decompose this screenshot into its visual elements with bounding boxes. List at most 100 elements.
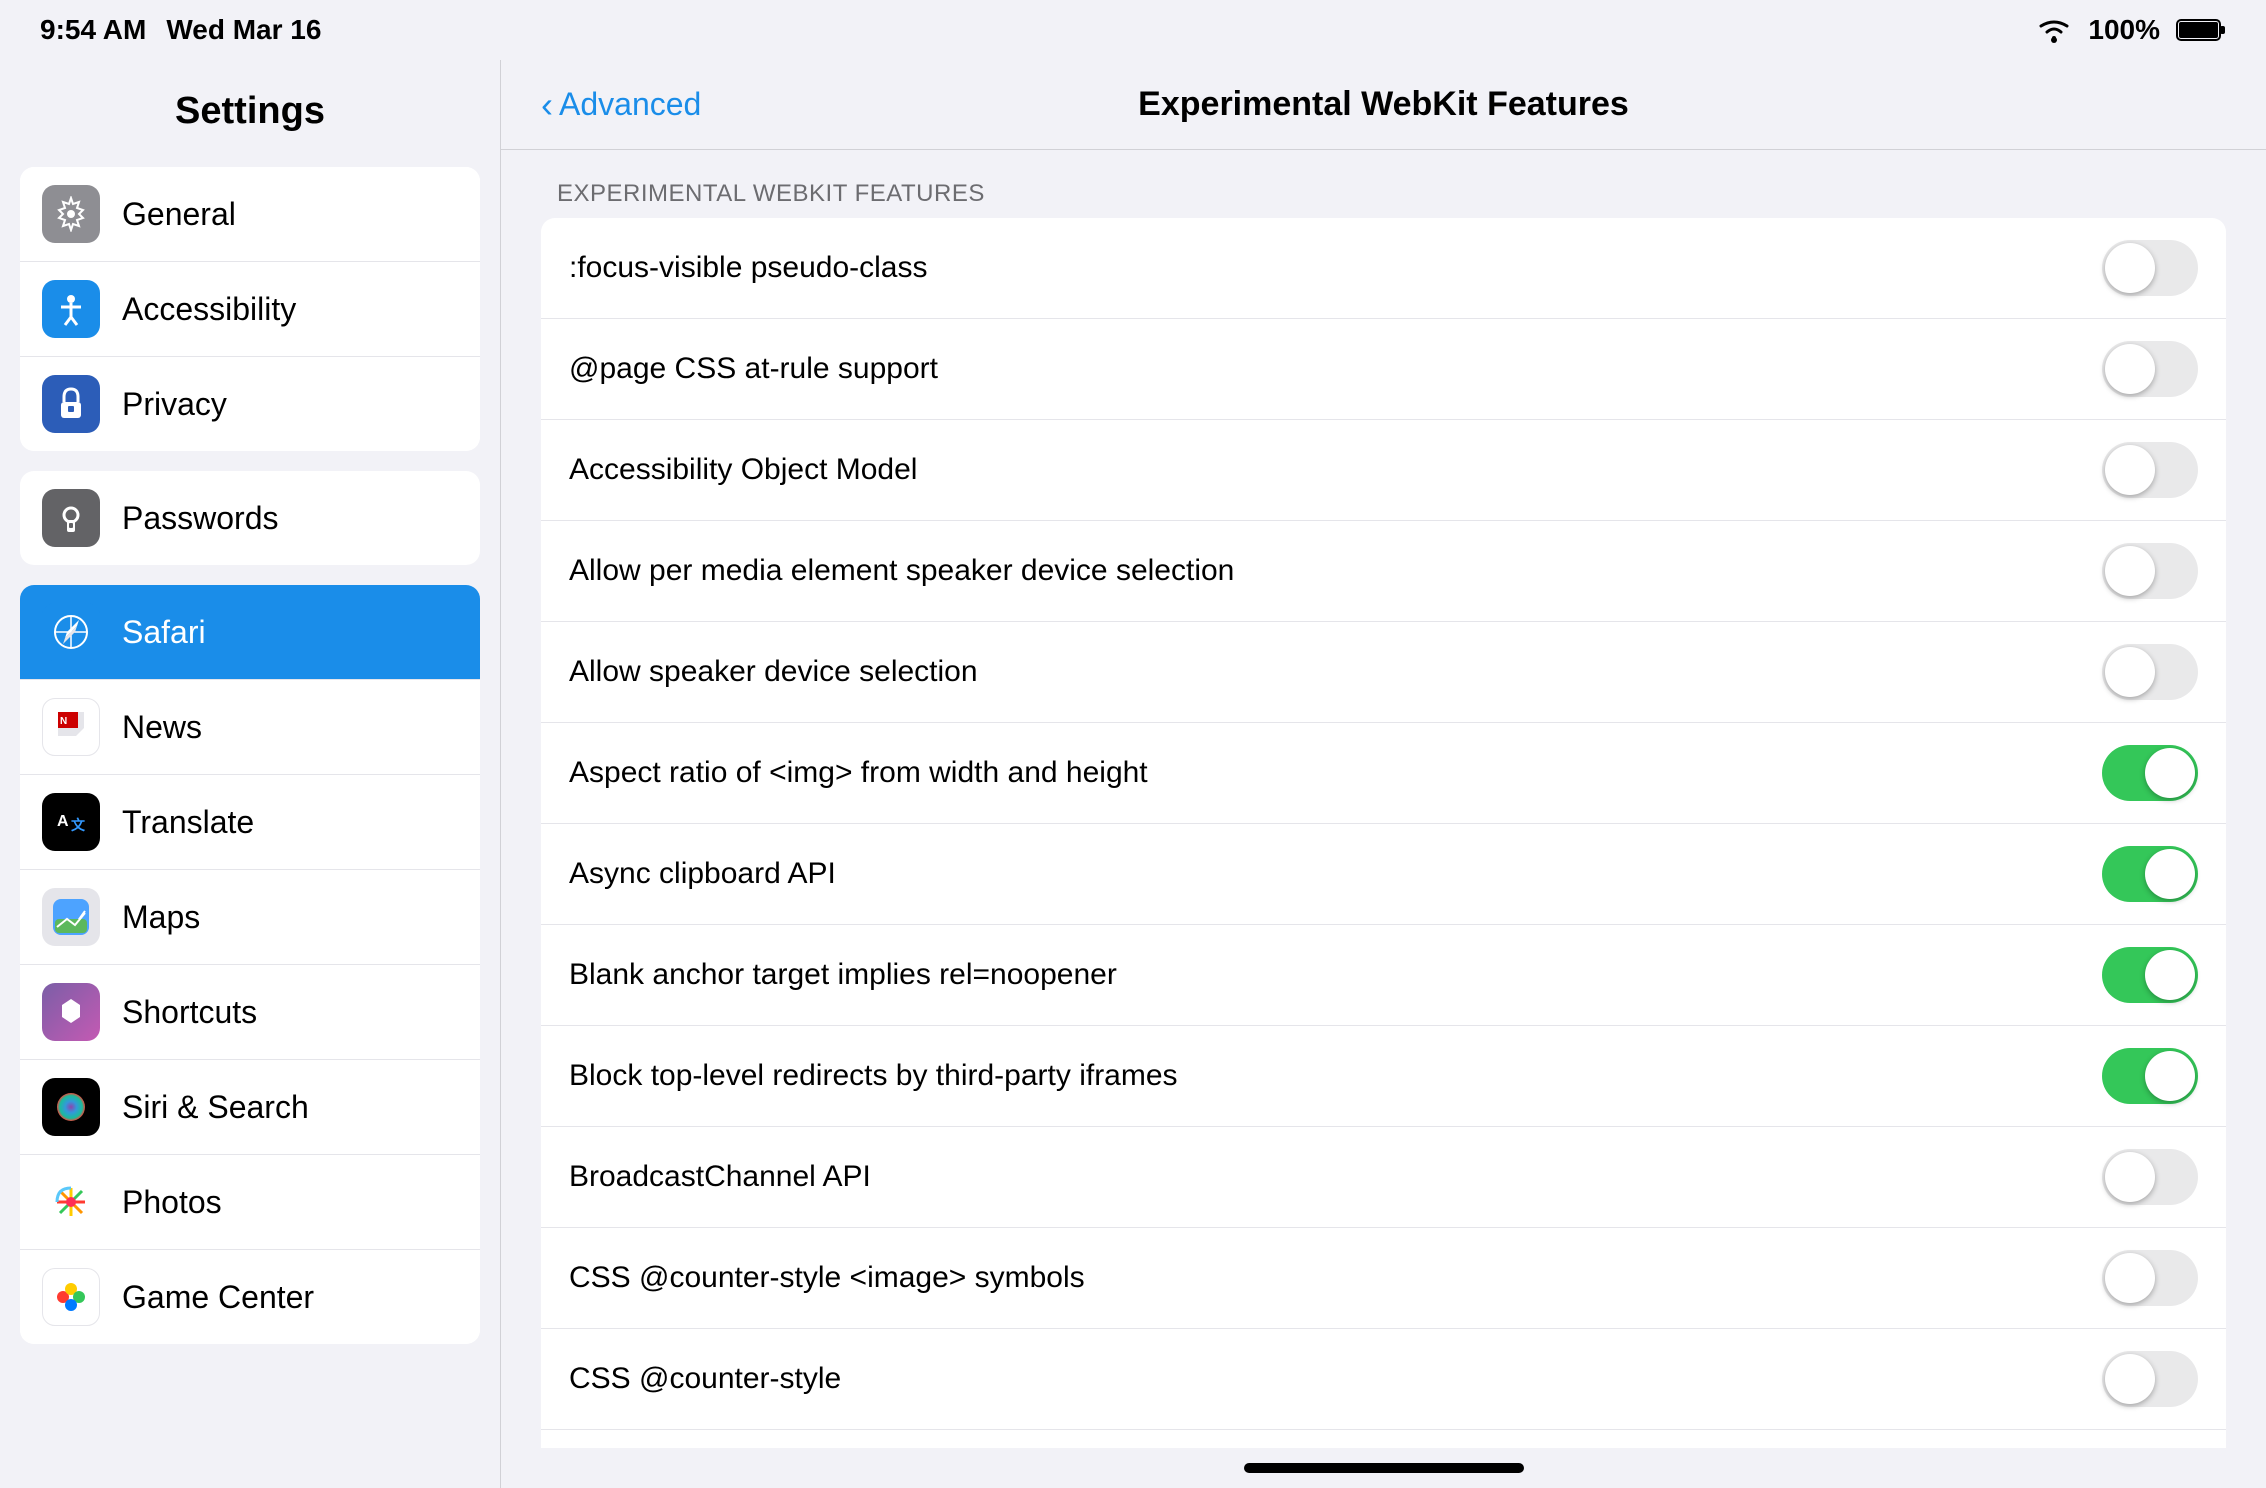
sidebar: Settings General xyxy=(0,60,500,1488)
home-bar xyxy=(1244,1463,1524,1473)
toggle-accessibility-model[interactable] xyxy=(2102,442,2198,498)
status-bar-left: 9:54 AM Wed Mar 16 xyxy=(40,14,321,46)
sidebar-item-news[interactable]: N News xyxy=(20,680,480,775)
toggle-knob xyxy=(2105,445,2155,495)
status-bar-right: 100% xyxy=(2036,14,2226,46)
feature-item: CSS @counter-style xyxy=(541,1329,2226,1430)
battery-icon xyxy=(2176,17,2226,43)
toggle-media-speaker[interactable] xyxy=(2102,543,2198,599)
safari-label: Safari xyxy=(122,614,206,651)
feature-item: Accessibility Object Model xyxy=(541,420,2226,521)
passwords-icon xyxy=(42,489,100,547)
toggle-css-counter-image[interactable] xyxy=(2102,1250,2198,1306)
siri-icon xyxy=(42,1078,100,1136)
passwords-label: Passwords xyxy=(122,500,279,537)
accessibility-label: Accessibility xyxy=(122,291,296,328)
news-label: News xyxy=(122,709,202,746)
feature-label: Block top-level redirects by third-party… xyxy=(569,1059,1178,1093)
privacy-icon xyxy=(42,375,100,433)
toggle-knob xyxy=(2105,243,2155,293)
toggle-aspect-ratio-img[interactable] xyxy=(2102,745,2198,801)
status-time: 9:54 AM xyxy=(40,14,146,46)
toggle-blank-anchor[interactable] xyxy=(2102,947,2198,1003)
feature-item: Aspect ratio of <img> from width and hei… xyxy=(541,723,2226,824)
page-title: Experimental WebKit Features xyxy=(1138,85,1629,124)
toggle-block-redirects[interactable] xyxy=(2102,1048,2198,1104)
sidebar-item-privacy[interactable]: Privacy xyxy=(20,357,480,451)
feature-list: :focus-visible pseudo-class @page CSS at-… xyxy=(541,218,2226,1448)
toggle-knob xyxy=(2105,1253,2155,1303)
toggle-knob xyxy=(2145,748,2195,798)
feature-item: Allow speaker device selection xyxy=(541,622,2226,723)
gamecenter-label: Game Center xyxy=(122,1279,314,1316)
feature-item: CSS @counter-style <image> symbols xyxy=(541,1228,2226,1329)
feature-label: Async clipboard API xyxy=(569,857,836,891)
feature-label: CSS @counter-style <image> symbols xyxy=(569,1261,1085,1295)
photos-icon xyxy=(42,1173,100,1231)
feature-item: :focus-visible pseudo-class xyxy=(541,218,2226,319)
privacy-label: Privacy xyxy=(122,386,227,423)
settings-group-2: Passwords xyxy=(20,471,480,565)
photos-label: Photos xyxy=(122,1184,222,1221)
battery-percent: 100% xyxy=(2088,14,2160,46)
content-area: EXPERIMENTAL WEBKIT FEATURES :focus-visi… xyxy=(501,150,2266,1448)
feature-label: Aspect ratio of <img> from width and hei… xyxy=(569,756,1148,790)
sidebar-item-translate[interactable]: A 文 Translate xyxy=(20,775,480,870)
toggle-knob xyxy=(2105,1354,2155,1404)
svg-text:A: A xyxy=(57,813,69,830)
status-bar: 9:54 AM Wed Mar 16 100% xyxy=(0,0,2266,60)
toggle-speaker-selection[interactable] xyxy=(2102,644,2198,700)
toggle-async-clipboard[interactable] xyxy=(2102,846,2198,902)
settings-group-1: General Accessibility xyxy=(20,167,480,451)
general-label: General xyxy=(122,196,236,233)
svg-text:N: N xyxy=(60,716,67,727)
back-label: Advanced xyxy=(559,86,701,123)
nav-bar: ‹ Advanced Experimental WebKit Features xyxy=(501,60,2266,150)
siri-label: Siri & Search xyxy=(122,1089,309,1126)
maps-label: Maps xyxy=(122,899,200,936)
sidebar-item-maps[interactable]: Maps xyxy=(20,870,480,965)
sidebar-item-siri[interactable]: Siri & Search xyxy=(20,1060,480,1155)
sidebar-item-general[interactable]: General xyxy=(20,167,480,262)
toggle-knob xyxy=(2145,950,2195,1000)
chevron-left-icon: ‹ xyxy=(541,84,553,126)
sidebar-item-photos[interactable]: Photos xyxy=(20,1155,480,1250)
toggle-broadcast-channel[interactable] xyxy=(2102,1149,2198,1205)
feature-item: @page CSS at-rule support xyxy=(541,319,2226,420)
feature-item: BroadcastChannel API xyxy=(541,1127,2226,1228)
toggle-knob xyxy=(2105,546,2155,596)
feature-label: Allow per media element speaker device s… xyxy=(569,554,1234,588)
feature-item: Blank anchor target implies rel=noopener xyxy=(541,925,2226,1026)
toggle-page-css[interactable] xyxy=(2102,341,2198,397)
toggle-knob xyxy=(2145,849,2195,899)
toggle-focus-visible[interactable] xyxy=(2102,240,2198,296)
feature-item: Allow per media element speaker device s… xyxy=(541,521,2226,622)
sidebar-item-gamecenter[interactable]: Game Center xyxy=(20,1250,480,1344)
toggle-css-counter-style[interactable] xyxy=(2102,1351,2198,1407)
feature-label: Blank anchor target implies rel=noopener xyxy=(569,958,1117,992)
right-panel: ‹ Advanced Experimental WebKit Features … xyxy=(501,60,2266,1488)
shortcuts-label: Shortcuts xyxy=(122,994,257,1031)
feature-item: Async clipboard API xyxy=(541,824,2226,925)
feature-label: BroadcastChannel API xyxy=(569,1160,871,1194)
shortcuts-icon xyxy=(42,983,100,1041)
feature-label: @page CSS at-rule support xyxy=(569,352,938,386)
sidebar-item-accessibility[interactable]: Accessibility xyxy=(20,262,480,357)
sidebar-item-safari[interactable]: Safari xyxy=(20,585,480,680)
translate-icon: A 文 xyxy=(42,793,100,851)
accessibility-icon xyxy=(42,280,100,338)
home-indicator xyxy=(501,1448,2266,1488)
sidebar-item-shortcuts[interactable]: Shortcuts xyxy=(20,965,480,1060)
sidebar-item-passwords[interactable]: Passwords xyxy=(20,471,480,565)
translate-label: Translate xyxy=(122,804,254,841)
back-button[interactable]: ‹ Advanced xyxy=(541,84,701,126)
status-date: Wed Mar 16 xyxy=(166,14,321,46)
feature-item: Block top-level redirects by third-party… xyxy=(541,1026,2226,1127)
settings-group-3: Safari N News A xyxy=(20,585,480,1344)
news-icon: N xyxy=(42,698,100,756)
feature-item: CSS Aspect Ratio xyxy=(541,1430,2226,1448)
section-header: EXPERIMENTAL WEBKIT FEATURES xyxy=(541,180,2226,208)
svg-text:文: 文 xyxy=(71,817,86,833)
toggle-knob xyxy=(2105,1152,2155,1202)
gamecenter-icon xyxy=(42,1268,100,1326)
